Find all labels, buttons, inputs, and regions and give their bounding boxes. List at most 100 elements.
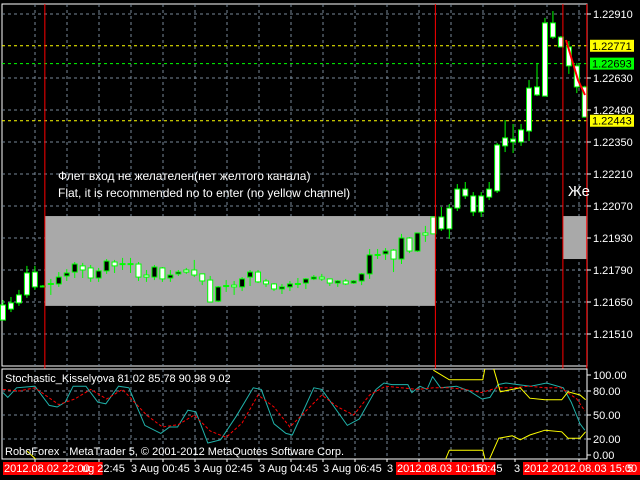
candle-body <box>526 87 533 132</box>
annotation-russian: Флет вход не желателен(нет желтого канал… <box>58 169 310 183</box>
flat-zone-rect <box>44 216 436 306</box>
price-tick-label: 1.22630 <box>593 73 633 85</box>
price-axis[interactable]: 1.229101.226301.224901.223501.222101.220… <box>587 9 634 341</box>
candle-body <box>438 216 445 230</box>
flat-zone-rect <box>562 216 587 260</box>
candle <box>533 62 540 97</box>
candle <box>549 11 556 39</box>
time-label: 3 Aug 06:45 <box>323 463 382 475</box>
stoch-tick-label: 50.00 <box>593 410 621 422</box>
candle-body <box>390 249 397 260</box>
candle <box>215 286 222 302</box>
time-label: 2012.08.02 22:00 <box>4 463 90 475</box>
candle-body <box>103 260 110 272</box>
candle-body <box>79 265 86 271</box>
indicator-title: Stochastic_Kisselyova 81.02 85.78 90.98 … <box>5 373 231 385</box>
candle-body <box>278 286 285 290</box>
price-tick-label: 1.21510 <box>593 329 633 341</box>
candle-body <box>15 294 22 304</box>
stoch-tick-label: 0.00 <box>593 450 614 462</box>
candle <box>454 184 461 212</box>
candle-body <box>199 273 206 282</box>
candle-body <box>318 276 325 280</box>
candle-body <box>87 267 94 279</box>
candle-body <box>398 237 405 260</box>
candle-body <box>374 253 381 256</box>
time-label: 3 <box>514 463 520 475</box>
metatrader-chart[interactable]: Флет вход не желателен(нет желтого канал… <box>0 0 640 480</box>
candle-body <box>302 278 309 284</box>
candle-body <box>71 263 78 273</box>
candle-body <box>119 263 126 266</box>
time-label: 2012.08.03 10:15 <box>397 463 483 475</box>
annotation-english: Flat, it is recommended no to enter (no … <box>58 186 350 200</box>
time-label: 2012 2012.08.03 15:00 <box>524 463 637 475</box>
price-tick-label: 1.22350 <box>593 137 633 149</box>
price-level-label: 1.22693 <box>592 59 632 71</box>
candle-body <box>502 137 509 147</box>
candle-body <box>478 195 485 213</box>
candle-body <box>494 144 501 192</box>
candle-body <box>183 269 190 273</box>
price-level-label: 1.22443 <box>592 116 632 128</box>
candle <box>207 275 214 303</box>
candle-body <box>175 271 182 275</box>
candle-body <box>414 232 421 252</box>
candle-body <box>95 270 102 279</box>
candle-body <box>533 86 540 96</box>
price-tick-label: 1.21930 <box>593 233 633 245</box>
candle <box>23 265 30 298</box>
candle <box>414 232 421 252</box>
time-label: 10:45 <box>475 463 503 475</box>
candle-body <box>406 237 413 252</box>
candle-body <box>223 285 230 288</box>
candle <box>541 17 548 97</box>
candle-body <box>143 274 150 278</box>
candle-body <box>541 22 548 97</box>
candle <box>438 206 445 231</box>
candle-body <box>207 279 214 303</box>
candle <box>502 120 509 153</box>
time-label: 3 Aug 02:45 <box>194 463 253 475</box>
candle-body <box>462 188 469 197</box>
candle-body <box>7 302 14 310</box>
candle-body <box>135 263 142 278</box>
price-tick-label: 1.22070 <box>593 201 633 213</box>
candle <box>350 280 357 284</box>
candle <box>494 142 501 193</box>
candle <box>0 299 6 321</box>
price-levels <box>2 45 587 122</box>
candle-body <box>549 22 556 38</box>
candle-body <box>342 280 349 285</box>
stoch-tick-label: 100.00 <box>593 370 627 382</box>
candle-body <box>350 280 357 284</box>
time-label: 3 <box>387 463 393 475</box>
candle-body <box>366 254 373 275</box>
candle-body <box>270 283 277 290</box>
candle-body <box>446 207 453 230</box>
candle-body <box>310 276 317 280</box>
candle-body <box>231 284 238 288</box>
candle <box>518 123 525 146</box>
candle-body <box>510 138 517 143</box>
candle-body <box>358 273 365 282</box>
candle-body <box>334 280 341 284</box>
time-label: ug 22:45 <box>82 463 125 475</box>
price-level-label: 1.22771 <box>592 41 632 53</box>
flat-zones <box>44 216 587 306</box>
price-tick-label: 1.22210 <box>593 169 633 181</box>
candle-body <box>159 267 166 280</box>
time-label: 3 Aug 00:45 <box>131 463 190 475</box>
candle-body <box>0 304 6 321</box>
price-tick-label: 1.21790 <box>593 265 633 277</box>
stoch-tick-label: 80.00 <box>593 386 621 398</box>
candle-body <box>263 280 270 285</box>
annotation-right-fragment: Же <box>568 183 590 200</box>
candle-body <box>23 272 30 296</box>
stoch-tick-label: 20.00 <box>593 434 621 446</box>
candle-body <box>286 283 293 288</box>
candle-body <box>191 269 198 276</box>
candle-body <box>31 271 38 288</box>
candle-body <box>63 272 70 277</box>
candle <box>470 192 477 217</box>
